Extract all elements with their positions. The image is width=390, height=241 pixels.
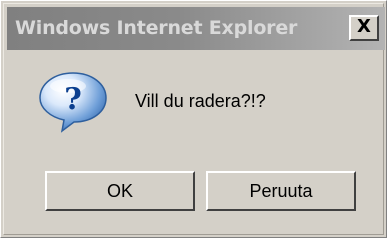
question-glyph: ? [64, 82, 82, 117]
close-button[interactable]: X [349, 15, 379, 41]
window-title: Windows Internet Explorer [15, 17, 298, 39]
dialog-message: Vill du radera?!? [135, 91, 266, 111]
cancel-button[interactable]: Peruuta [206, 171, 356, 211]
question-icon: ? [39, 72, 107, 133]
message-dialog: Windows Internet Explorer X ? Vill du ra… [0, 0, 387, 238]
title-bar[interactable]: Windows Internet Explorer X [7, 7, 385, 50]
ok-button[interactable]: OK [45, 171, 195, 211]
